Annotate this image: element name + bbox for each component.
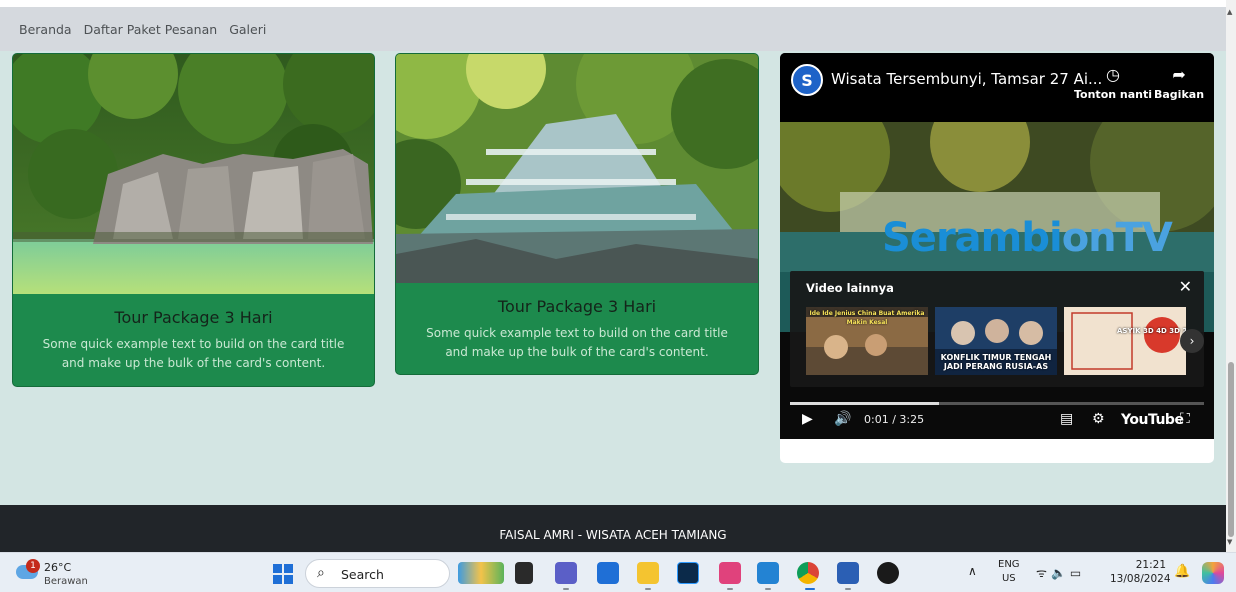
vscode-icon[interactable] — [757, 562, 779, 584]
more-videos-panel: Video lainnya ✕ Ide Ide Jenius China Bua… — [790, 271, 1204, 387]
more-videos-title: Video lainnya — [806, 281, 894, 295]
serambi-on-tv-logo: SerambionTV — [882, 215, 1173, 261]
tour-card-1-image — [13, 54, 374, 294]
task-view-icon[interactable] — [515, 562, 533, 584]
chevron-right-icon[interactable]: › — [1180, 329, 1204, 353]
top-strip — [0, 0, 1226, 7]
tour-card-1-title: Tour Package 3 Hari — [114, 308, 273, 327]
page-scrollbar[interactable]: ▲ ▼ — [1226, 0, 1236, 552]
video-card: S Wisata Tersembunyi, Tamsar 27 Ai... ◷ … — [780, 53, 1214, 463]
video-progress-fill — [790, 402, 940, 405]
video-controls: ▶ 🔊 0:01 / 3:25 ▤ ⚙ YouTube ⛶ — [780, 409, 1214, 437]
watch-later-button[interactable]: ◷ Tonton nanti — [1074, 65, 1152, 101]
weather-widget[interactable]: 1 26°C Berawan — [16, 559, 106, 589]
thumb-2-caption: KONFLIK TIMUR TENGAH JADI PERANG RUSIA-A… — [940, 353, 1052, 371]
captions-icon[interactable]: ▤ — [1060, 411, 1073, 427]
youtube-embed[interactable]: S Wisata Tersembunyi, Tamsar 27 Ai... ◷ … — [780, 53, 1214, 439]
footer-text: FAISAL AMRI - WISATA ACEH TAMIANG — [499, 527, 727, 542]
youtube-logo[interactable]: YouTube — [1121, 412, 1184, 428]
vscode-running-dot — [765, 588, 771, 590]
video-thumb-2[interactable]: KONFLIK TIMUR TENGAH JADI PERANG RUSIA-A… — [935, 307, 1057, 375]
navbar: Beranda Daftar Paket Pesanan Galeri — [0, 7, 1226, 51]
tour-card-2-image — [396, 54, 758, 283]
scroll-down-icon[interactable]: ▼ — [1227, 538, 1232, 546]
close-icon[interactable]: ✕ — [1179, 277, 1192, 296]
nav-link-daftar-paket[interactable]: Daftar Paket Pesanan — [84, 22, 218, 37]
teams-running-dot — [563, 588, 569, 590]
share-button[interactable]: ➦ Bagikan — [1154, 65, 1204, 101]
nav-link-beranda[interactable]: Beranda — [19, 22, 72, 37]
weather-desc: Berawan — [44, 576, 88, 587]
video-progress-bar[interactable] — [790, 402, 1204, 405]
clock-date: 13/08/2024 — [1110, 573, 1171, 585]
thumb-3-caption: ASYIK 3D 4D 3D 2D — [1116, 327, 1186, 335]
video-title[interactable]: Wisata Tersembunyi, Tamsar 27 Ai... — [831, 70, 1102, 88]
notification-badge: 1 — [26, 559, 40, 573]
chrome-icon[interactable] — [797, 562, 819, 584]
app-pink-running-dot — [727, 588, 733, 590]
tour-card-2[interactable]: Tour Package 3 Hari Some quick example t… — [395, 53, 759, 375]
river-rocks-image — [13, 54, 374, 294]
chrome-running-dot — [805, 588, 815, 590]
teams-icon[interactable] — [555, 562, 577, 584]
tour-card-1-text: Some quick example text to build on the … — [42, 337, 345, 370]
app-pink-icon[interactable] — [719, 562, 741, 584]
tour-card-2-text: Some quick example text to build on the … — [426, 326, 728, 359]
share-label: Bagikan — [1154, 88, 1205, 101]
search-label: Search — [341, 567, 384, 582]
tour-card-2-title: Tour Package 3 Hari — [497, 297, 657, 316]
video-thumb-1[interactable]: Ide Ide Jenius China Buat Amerika Makin … — [806, 307, 928, 375]
explorer-running-dot — [645, 588, 651, 590]
file-explorer-icon[interactable] — [637, 562, 659, 584]
video-thumb-3[interactable]: ASYIK 3D 4D 3D 2D — [1064, 307, 1186, 375]
watch-later-label: Tonton nanti — [1074, 88, 1153, 101]
thumb-1-caption: Ide Ide Jenius China Buat Amerika Makin … — [809, 310, 925, 326]
taskbar-clock[interactable]: 21:21 13/08/2024 — [1110, 558, 1171, 586]
video-title-bar: S Wisata Tersembunyi, Tamsar 27 Ai... ◷ … — [780, 53, 1214, 122]
thumb-3-art — [1064, 307, 1186, 375]
volume-icon[interactable]: 🔊 — [834, 411, 851, 427]
weather-temp: 26°C — [44, 561, 72, 574]
word-running-dot — [845, 588, 851, 590]
language-indicator[interactable]: ENG US — [998, 558, 1020, 586]
bell-icon[interactable]: 🔔 — [1174, 564, 1190, 579]
tray-chevron-up-icon[interactable]: ∧ — [968, 564, 977, 578]
scroll-up-icon[interactable]: ▲ — [1227, 8, 1232, 16]
windows-start-icon[interactable] — [273, 564, 293, 584]
clock-icon: ◷ — [1106, 65, 1120, 84]
share-arrow-icon: ➦ — [1172, 65, 1186, 84]
brand-part-a: Serambi — [882, 215, 1063, 261]
windows-taskbar: 1 26°C Berawan ⌕ Search ∧ ENG US ᯤ🔈▭ 21:… — [0, 552, 1236, 592]
photoshop-icon[interactable] — [677, 562, 699, 584]
nav-link-galeri[interactable]: Galeri — [229, 22, 266, 37]
tour-card-1[interactable]: Tour Package 3 Hari Some quick example t… — [12, 53, 375, 387]
lang-line1: ENG — [998, 559, 1020, 570]
tray-network-volume-battery-icons[interactable]: ᯤ🔈▭ — [1036, 564, 1085, 581]
play-icon[interactable]: ▶ — [802, 411, 813, 427]
store-icon[interactable] — [597, 562, 619, 584]
media-player-icon[interactable] — [877, 562, 899, 584]
page-footer: FAISAL AMRI - WISATA ACEH TAMIANG — [0, 505, 1226, 552]
scrollbar-thumb[interactable] — [1228, 362, 1234, 537]
fullscreen-icon[interactable]: ⛶ — [1180, 411, 1190, 427]
word-icon[interactable] — [837, 562, 859, 584]
waterfall-cascade-image — [396, 54, 758, 283]
lang-line2: US — [1001, 573, 1016, 584]
channel-logo[interactable]: S — [791, 64, 823, 96]
search-icon: ⌕ — [317, 565, 325, 581]
taskbar-search[interactable]: ⌕ Search — [305, 559, 450, 588]
video-time: 0:01 / 3:25 — [864, 413, 925, 426]
beach-widget-icon[interactable] — [458, 562, 504, 584]
clock-time: 21:21 — [1135, 559, 1166, 571]
gear-icon[interactable]: ⚙ — [1092, 411, 1105, 427]
copilot-icon[interactable] — [1202, 562, 1224, 584]
brand-part-b: onTV — [1061, 215, 1173, 261]
